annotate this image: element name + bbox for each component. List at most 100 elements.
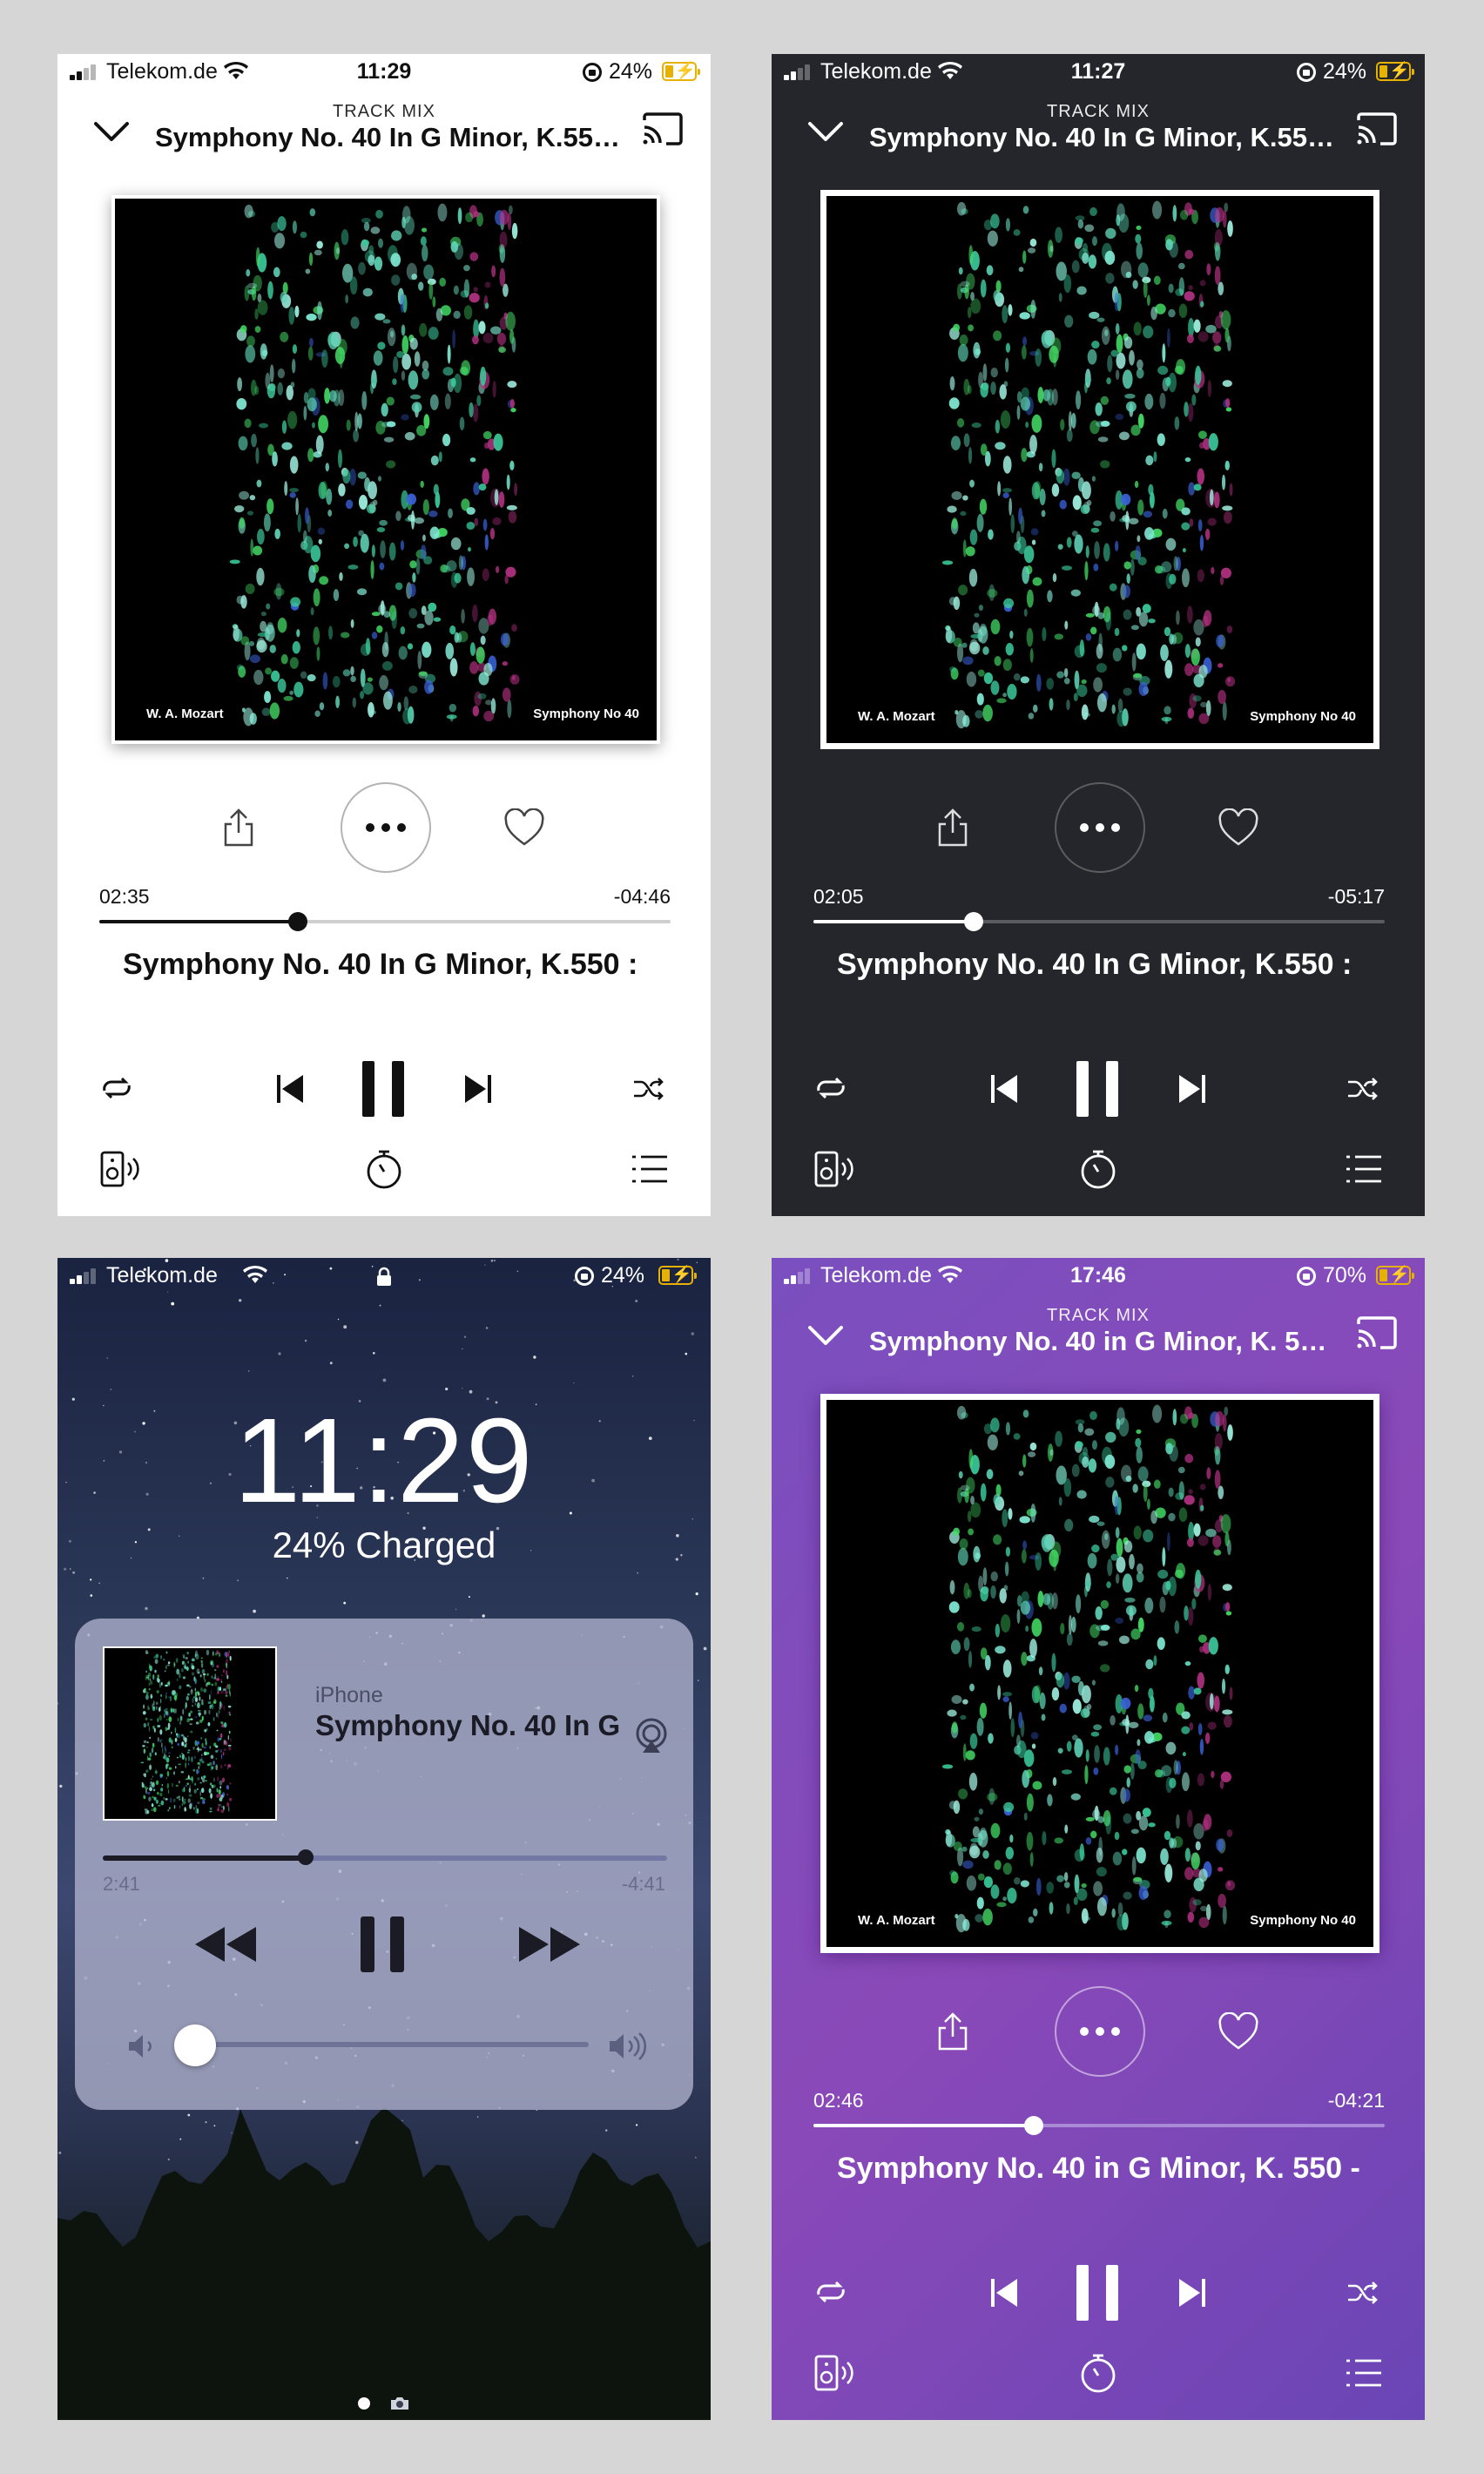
progress-track[interactable] bbox=[813, 2116, 1385, 2135]
heart-icon[interactable] bbox=[1218, 808, 1259, 847]
artwork-particle bbox=[1063, 1882, 1070, 1889]
battery-charging-icon: ⚡ bbox=[1376, 1266, 1414, 1285]
more-options-button[interactable] bbox=[1055, 782, 1145, 873]
progress-knob[interactable] bbox=[963, 912, 983, 931]
next-track-icon[interactable] bbox=[1177, 2275, 1207, 2310]
artwork-particle bbox=[289, 690, 294, 695]
repeat-icon[interactable] bbox=[99, 1075, 134, 1101]
artwork-particle bbox=[1136, 1446, 1143, 1463]
artwork-particle bbox=[995, 1623, 1001, 1638]
artwork-particle bbox=[966, 1876, 977, 1891]
speaker-device-icon[interactable] bbox=[813, 1150, 855, 1188]
artwork-particle bbox=[190, 1730, 193, 1734]
cast-icon[interactable] bbox=[641, 112, 683, 146]
volume-knob[interactable] bbox=[174, 2024, 216, 2066]
artwork-particle bbox=[409, 560, 417, 569]
artwork-particle bbox=[307, 388, 316, 401]
next-track-icon[interactable] bbox=[1177, 1071, 1207, 1106]
star bbox=[455, 1608, 457, 1611]
more-options-button[interactable] bbox=[341, 782, 431, 873]
shuffle-icon[interactable] bbox=[1346, 2281, 1379, 2305]
volume-track[interactable] bbox=[197, 2042, 589, 2047]
airplay-icon[interactable] bbox=[632, 1716, 671, 1754]
speaker-device-icon[interactable] bbox=[813, 2354, 855, 2392]
battery-percent: 24% bbox=[1323, 59, 1367, 84]
artwork-particle bbox=[165, 1694, 167, 1700]
progress-knob[interactable] bbox=[287, 912, 307, 931]
heart-icon[interactable] bbox=[1218, 2012, 1259, 2051]
shuffle-icon[interactable] bbox=[632, 1077, 665, 1101]
repeat-icon[interactable] bbox=[813, 1075, 848, 1101]
sleep-timer-icon[interactable] bbox=[365, 1148, 403, 1190]
pause-icon[interactable] bbox=[359, 1915, 406, 1974]
progress-knob[interactable] bbox=[298, 1849, 314, 1865]
artwork-particle bbox=[454, 243, 464, 260]
pause-icon[interactable] bbox=[1073, 2263, 1122, 2322]
progress-fill bbox=[99, 920, 298, 923]
speaker-device-icon[interactable] bbox=[99, 1150, 141, 1188]
artwork-particle bbox=[514, 483, 518, 497]
artwork-particle bbox=[199, 1796, 204, 1799]
artwork-particle bbox=[408, 608, 418, 618]
artwork-particle bbox=[1222, 1905, 1227, 1925]
artwork-particle bbox=[1022, 565, 1030, 585]
star bbox=[476, 2116, 479, 2118]
repeat-icon[interactable] bbox=[813, 2279, 848, 2305]
artwork-particle bbox=[245, 583, 255, 595]
queue-list-icon[interactable] bbox=[1345, 1153, 1383, 1185]
artwork-particle bbox=[277, 368, 286, 379]
artwork-particle bbox=[1015, 1734, 1021, 1748]
artwork-thumbnail[interactable] bbox=[103, 1646, 277, 1821]
pause-icon[interactable] bbox=[1073, 1059, 1122, 1119]
heart-icon[interactable] bbox=[503, 808, 545, 847]
shuffle-icon[interactable] bbox=[1346, 1077, 1379, 1101]
progress-track[interactable] bbox=[99, 912, 671, 931]
artwork-particle bbox=[1164, 717, 1169, 725]
artwork-particle bbox=[1030, 299, 1036, 319]
more-options-button[interactable] bbox=[1055, 1986, 1145, 2077]
artwork-particle bbox=[201, 1715, 204, 1721]
artwork-particle bbox=[1091, 1680, 1096, 1686]
cast-icon[interactable] bbox=[1355, 1315, 1397, 1350]
star bbox=[485, 1327, 489, 1329]
artwork-particle bbox=[948, 397, 960, 409]
artwork-particle bbox=[265, 372, 271, 389]
progress-knob[interactable] bbox=[1023, 2116, 1043, 2135]
rewind-icon[interactable] bbox=[193, 1925, 260, 1964]
artwork-particle bbox=[1148, 618, 1156, 624]
artwork-particle bbox=[996, 698, 1007, 704]
sleep-timer-icon[interactable] bbox=[1079, 1148, 1117, 1190]
progress-track[interactable] bbox=[813, 912, 1385, 931]
artwork-particle bbox=[1056, 1673, 1065, 1688]
pause-icon[interactable] bbox=[359, 1059, 408, 1119]
artwork-particle bbox=[360, 533, 369, 553]
artwork-particle bbox=[1096, 1847, 1103, 1863]
artwork-particle bbox=[505, 566, 516, 578]
artwork-particle bbox=[1171, 634, 1177, 645]
fast-forward-icon[interactable] bbox=[516, 1925, 582, 1964]
progress-track[interactable] bbox=[103, 1849, 667, 1865]
previous-track-icon[interactable] bbox=[275, 1071, 305, 1106]
artwork-particle bbox=[1205, 1903, 1211, 1921]
artwork-particle bbox=[1168, 1487, 1174, 1497]
artwork-particle bbox=[341, 229, 349, 246]
queue-list-icon[interactable] bbox=[1345, 2357, 1383, 2389]
artwork-particle bbox=[1008, 1508, 1013, 1520]
camera-icon[interactable] bbox=[389, 2396, 410, 2411]
previous-track-icon[interactable] bbox=[989, 2275, 1019, 2310]
artwork-particle bbox=[193, 1807, 195, 1810]
sleep-timer-icon[interactable] bbox=[1079, 2352, 1117, 2394]
artwork-particle bbox=[482, 468, 489, 485]
artwork-particle bbox=[186, 1751, 190, 1754]
next-track-icon[interactable] bbox=[463, 1071, 493, 1106]
previous-track-icon[interactable] bbox=[989, 1071, 1019, 1106]
artwork-particle bbox=[186, 1666, 189, 1672]
artwork-particle bbox=[318, 538, 322, 544]
cast-icon[interactable] bbox=[1355, 112, 1397, 146]
share-icon[interactable] bbox=[935, 807, 970, 848]
queue-list-icon[interactable] bbox=[631, 1153, 669, 1185]
share-icon[interactable] bbox=[221, 807, 256, 848]
artwork-particle bbox=[313, 626, 320, 646]
share-icon[interactable] bbox=[935, 2011, 970, 2052]
artwork-particle bbox=[219, 1733, 223, 1739]
